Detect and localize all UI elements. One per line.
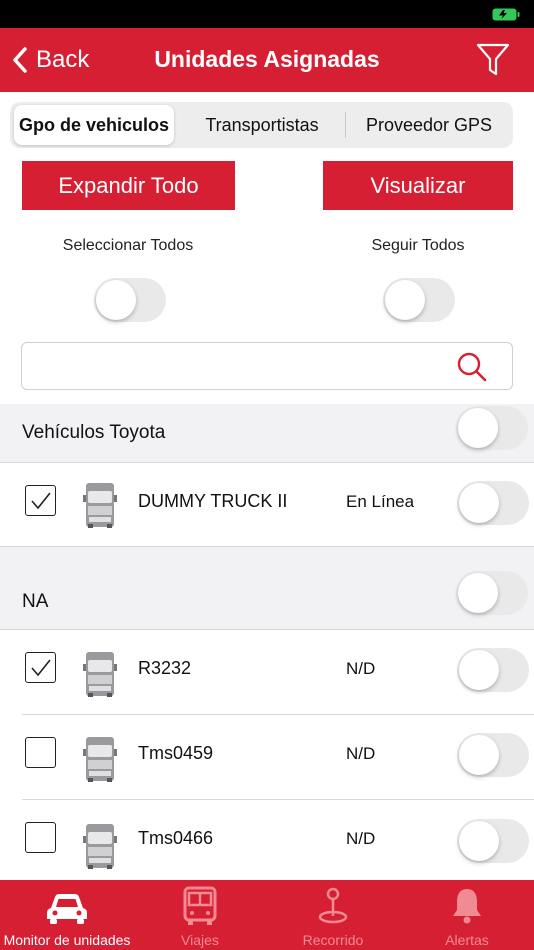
toggle-knob <box>459 483 499 523</box>
follow-unit-toggle[interactable] <box>457 481 529 525</box>
status-bar <box>0 0 534 28</box>
follow-all-toggle[interactable] <box>383 278 455 322</box>
group-header: Vehículos Toyota <box>0 404 534 462</box>
follow-unit-toggle[interactable] <box>457 733 529 777</box>
bell-icon <box>453 889 481 924</box>
tab-bar: Monitor de unidades Viajes Recorrido Ale… <box>0 880 534 950</box>
unit-checkbox[interactable] <box>25 485 56 516</box>
tab-label: Viajes <box>181 932 219 948</box>
unit-status: N/D <box>346 829 376 848</box>
truck-icon <box>83 483 117 528</box>
tab-monitor-unidades[interactable]: Monitor de unidades <box>0 880 134 950</box>
checkmark-icon <box>31 659 51 677</box>
follow-all-label: Seguir Todos <box>371 237 465 254</box>
unit-name: Tms0459 <box>138 743 214 763</box>
filter-icon[interactable] <box>476 42 510 78</box>
tab-alertas[interactable]: Alertas <box>400 880 534 950</box>
visualize-button[interactable]: Visualizar <box>323 161 513 210</box>
follow-unit-toggle[interactable] <box>457 648 529 692</box>
battery-charging-icon <box>492 8 520 21</box>
unit-checkbox[interactable] <box>25 737 56 768</box>
unit-status: N/D <box>346 659 376 678</box>
toggle-knob <box>459 735 499 775</box>
group-title: Vehículos Toyota <box>22 422 166 443</box>
tab-label: Recorrido <box>302 932 364 948</box>
truck-icon <box>83 652 117 697</box>
checkmark-icon <box>31 492 51 510</box>
bus-icon <box>183 886 217 925</box>
search-box <box>21 342 513 390</box>
unit-checkbox[interactable] <box>25 652 56 683</box>
unit-name: DUMMY TRUCK II <box>138 491 288 511</box>
app-screen: Back Unidades Asignadas Gpo de vehiculos… <box>0 0 534 950</box>
unit-status: En Línea <box>346 492 415 511</box>
expand-all-button[interactable]: Expandir Todo <box>22 161 235 210</box>
group-header: NA <box>0 547 534 629</box>
select-all-label: Seleccionar Todos <box>62 237 194 254</box>
tab-viajes[interactable]: Viajes <box>133 880 267 950</box>
group-toggle[interactable] <box>456 406 528 450</box>
search-icon[interactable] <box>456 351 488 383</box>
truck-icon <box>83 737 117 782</box>
unit-checkbox[interactable] <box>25 822 56 853</box>
page-title: Unidades Asignadas <box>154 46 380 72</box>
segment-gpo-vehiculos[interactable]: Gpo de vehiculos <box>14 105 174 145</box>
toggle-knob <box>458 573 498 613</box>
segment-divider <box>345 112 346 138</box>
tab-recorrido[interactable]: Recorrido <box>266 880 400 950</box>
toggle-knob <box>385 280 425 320</box>
group-toggle[interactable] <box>456 571 528 615</box>
list-item[interactable]: Tms0466 N/D <box>0 800 534 880</box>
route-pin-icon <box>318 887 348 924</box>
unit-name: Tms0466 <box>138 828 214 848</box>
tab-label: Alertas <box>445 932 489 948</box>
tab-label: Monitor de unidades <box>3 932 131 948</box>
navigation-bar: Back Unidades Asignadas <box>0 28 534 92</box>
truck-icon <box>83 824 117 869</box>
list-item[interactable]: DUMMY TRUCK II En Línea <box>0 463 534 547</box>
toggle-knob <box>459 650 499 690</box>
follow-unit-toggle[interactable] <box>457 819 529 863</box>
car-icon <box>47 894 87 924</box>
search-input[interactable] <box>32 351 432 381</box>
toggle-knob <box>459 821 499 861</box>
select-all-toggle[interactable] <box>94 278 166 322</box>
segment-proveedor-gps[interactable]: Proveedor GPS <box>350 105 508 145</box>
group-title: NA <box>22 591 49 612</box>
segment-transportistas[interactable]: Transportistas <box>182 105 342 145</box>
list-item[interactable]: R3232 N/D <box>0 630 534 714</box>
unit-status: N/D <box>346 744 376 763</box>
toggle-knob <box>458 408 498 448</box>
unit-name: R3232 <box>138 658 192 678</box>
list-item[interactable]: Tms0459 N/D <box>0 715 534 799</box>
toggle-knob <box>96 280 136 320</box>
